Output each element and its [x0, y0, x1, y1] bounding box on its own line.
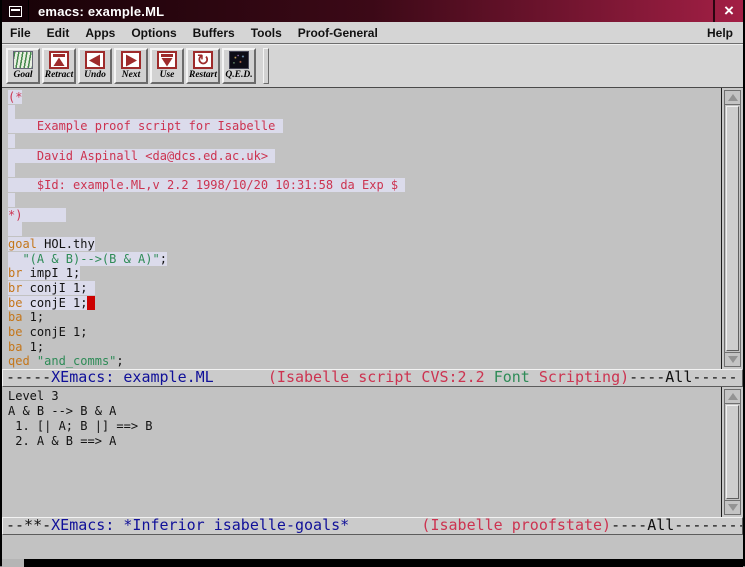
code-line — [8, 193, 721, 208]
code-line: goal HOL.thy — [8, 237, 721, 252]
scroll-down-arrow-icon — [728, 356, 738, 363]
modeline-goals-text: --**-XEmacs: *Inferior isabelle-goals* (… — [6, 518, 742, 533]
minibuffer[interactable] — [2, 535, 743, 559]
script-scrollbar-down-button[interactable] — [725, 352, 740, 366]
next-button[interactable]: Next — [114, 48, 148, 84]
menu-item-help[interactable]: Help — [707, 26, 733, 40]
menu-item-options[interactable]: Options — [131, 26, 176, 40]
undo-button[interactable]: Undo — [78, 48, 112, 84]
script-scrollbar-column — [721, 88, 743, 369]
close-icon: × — [724, 1, 734, 21]
goal-icon — [13, 51, 33, 69]
restart-icon: ↻ — [193, 51, 213, 69]
goal-button-label: Goal — [14, 70, 33, 80]
menubar: File Edit Apps Options Buffers Tools Pro… — [2, 22, 743, 44]
window-title: emacs: example.ML — [29, 0, 713, 22]
restart-button[interactable]: ↻ Restart — [186, 48, 220, 84]
code-line: qed "and_comms"; — [8, 354, 721, 369]
modeline-script-text: -----XEmacs: example.ML (Isabelle script… — [6, 370, 742, 385]
modeline-line: -----XEmacs: example.ML (Isabelle script… — [6, 370, 742, 385]
code-line: be conjE 1; — [8, 325, 721, 340]
script-scrollbar-thumb[interactable] — [726, 106, 739, 351]
code-line: $Id: example.ML,v 2.2 1998/10/20 10:31:5… — [8, 178, 721, 193]
retract-icon — [49, 51, 69, 69]
modeline-line: --**-XEmacs: *Inferior isabelle-goals* (… — [6, 518, 742, 533]
code-line — [8, 163, 721, 178]
goals-scrollbar-up-button[interactable] — [725, 390, 740, 404]
retract-button[interactable]: Retract — [42, 48, 76, 84]
next-button-label: Next — [122, 70, 140, 80]
undo-button-label: Undo — [84, 70, 106, 80]
goals-scrollbar-column — [721, 387, 743, 517]
code-line — [8, 105, 721, 120]
window-menu-icon — [9, 6, 22, 17]
window-menu-button[interactable] — [2, 0, 29, 22]
close-button[interactable]: × — [713, 0, 743, 22]
code-line: ba 1; — [8, 340, 721, 355]
code-line: br impI 1; — [8, 266, 721, 281]
retract-button-label: Retract — [45, 70, 74, 80]
qed-button-label: Q.E.D. — [225, 70, 252, 80]
modeline-goals: --**-XEmacs: *Inferior isabelle-goals* (… — [2, 517, 743, 535]
xemacs-window: emacs: example.ML × File Edit Apps Optio… — [0, 0, 745, 566]
code-line: ba 1; — [8, 310, 721, 325]
code-line — [8, 134, 721, 149]
code-line: (* — [8, 90, 721, 105]
titlebar[interactable]: emacs: example.ML × — [2, 0, 743, 22]
next-icon — [121, 51, 141, 69]
code-line: David Aspinall <da@dcs.ed.ac.uk> — [8, 149, 721, 164]
toolbar-separator — [263, 48, 269, 84]
scroll-up-arrow-icon — [728, 393, 738, 400]
menu-item-file[interactable]: File — [10, 26, 31, 40]
undo-icon — [85, 51, 105, 69]
goals-buffer-text: Level 3 A & B --> B & A 1. [| A; B |] ==… — [8, 389, 721, 449]
menu-item-proof-general[interactable]: Proof-General — [298, 26, 378, 40]
code-line — [8, 222, 721, 237]
qed-button[interactable]: Q.E.D. — [222, 48, 256, 84]
code-line: br conjI 1; — [8, 281, 721, 296]
script-buffer-window: (* Example proof script for Isabelle Dav… — [2, 88, 743, 369]
modeline-script: -----XEmacs: example.ML (Isabelle script… — [2, 369, 743, 387]
use-button-label: Use — [160, 70, 175, 80]
goals-scrollbar-down-button[interactable] — [725, 500, 740, 514]
proof-toolbar: Goal Retract Undo Next Use — [2, 44, 743, 88]
code-line: *) — [8, 208, 721, 223]
menu-item-edit[interactable]: Edit — [47, 26, 70, 40]
scroll-up-arrow-icon — [728, 94, 738, 101]
restart-button-label: Restart — [189, 70, 217, 80]
code-line: Example proof script for Isabelle — [8, 119, 721, 134]
code-line: be conjE 1; — [8, 296, 721, 311]
menu-item-tools[interactable]: Tools — [251, 26, 282, 40]
scroll-down-arrow-icon — [728, 504, 738, 511]
goals-scrollbar-thumb[interactable] — [726, 405, 739, 499]
goals-buffer-pane[interactable]: Level 3 A & B --> B & A 1. [| A; B |] ==… — [2, 387, 721, 517]
script-scrollbar-up-button[interactable] — [725, 91, 740, 105]
code-line: "(A & B)-->(B & A)"; — [8, 252, 721, 267]
script-buffer-text[interactable]: (* Example proof script for Isabelle Dav… — [2, 88, 721, 369]
goals-buffer-window: Level 3 A & B --> B & A 1. [| A; B |] ==… — [2, 387, 743, 517]
use-icon — [157, 51, 177, 69]
menu-item-apps[interactable]: Apps — [85, 26, 115, 40]
menu-item-buffers[interactable]: Buffers — [193, 26, 235, 40]
qed-fireworks-icon — [229, 51, 249, 69]
goals-scrollbar[interactable] — [724, 389, 741, 515]
goal-button[interactable]: Goal — [6, 48, 40, 84]
script-scrollbar[interactable] — [724, 90, 741, 367]
use-button[interactable]: Use — [150, 48, 184, 84]
